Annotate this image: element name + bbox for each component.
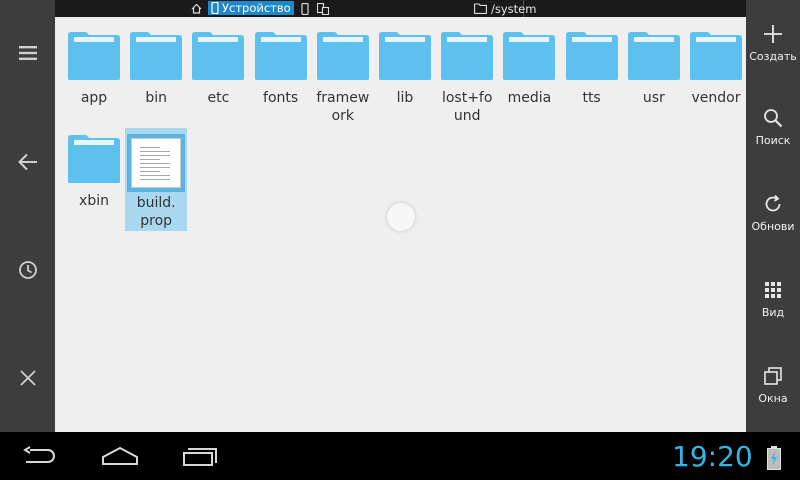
folder-item[interactable]: xbin xyxy=(63,132,125,210)
battery-charging-icon xyxy=(766,446,782,470)
close-button[interactable] xyxy=(0,358,55,398)
close-icon xyxy=(19,370,36,386)
document-file-icon xyxy=(131,138,182,188)
menu-icon xyxy=(18,46,37,60)
nav-home-button[interactable] xyxy=(85,432,155,480)
nav-recents-button[interactable] xyxy=(165,432,235,480)
refresh-button[interactable]: Обнови xyxy=(746,190,800,250)
right-rail: Создать Поиск Обнови Вид Окна xyxy=(746,0,800,432)
folder-small-icon xyxy=(474,3,487,14)
view-label: Вид xyxy=(761,306,785,319)
folder-icon xyxy=(690,32,742,80)
file-label: lost+fo und xyxy=(441,90,493,124)
left-rail xyxy=(0,0,55,432)
file-label: lib xyxy=(396,90,414,106)
nav-back-button[interactable] xyxy=(5,432,75,480)
current-path[interactable]: /system xyxy=(474,0,536,17)
file-item[interactable]: build. prop xyxy=(125,128,188,231)
history-button[interactable] xyxy=(0,250,55,290)
folder-item[interactable]: lost+fo und xyxy=(436,29,498,125)
folder-icon xyxy=(68,135,120,183)
current-path-label: /system xyxy=(491,1,537,16)
folder-icon xyxy=(192,32,245,80)
folder-item[interactable]: fonts xyxy=(250,29,312,107)
file-label: usr xyxy=(642,90,665,106)
search-icon xyxy=(764,109,783,128)
file-label: framew ork xyxy=(316,90,370,124)
file-label: build. prop xyxy=(136,195,176,229)
folder-icon xyxy=(254,32,307,80)
create-button[interactable]: Создать xyxy=(746,20,800,80)
file-label: xbin xyxy=(79,193,109,209)
search-label: Поиск xyxy=(755,134,791,147)
multi-device-icon[interactable] xyxy=(317,0,329,17)
device-breadcrumb[interactable]: Устройство xyxy=(208,1,294,15)
folder-icon xyxy=(565,32,618,80)
folder-icon xyxy=(68,32,120,80)
folder-icon xyxy=(130,32,183,80)
nav-recents-icon xyxy=(183,448,217,466)
nav-home-icon xyxy=(102,446,138,465)
path-bar: Устройство /system xyxy=(55,0,746,17)
folder-icon xyxy=(316,32,369,80)
folder-item[interactable]: etc xyxy=(187,29,249,107)
windows-icon xyxy=(764,367,782,385)
file-label: tts xyxy=(582,90,601,106)
file-label: vendor xyxy=(691,90,741,106)
file-label: bin xyxy=(145,90,168,106)
nav-back-icon xyxy=(23,446,55,463)
device-breadcrumb-label: Устройство xyxy=(222,1,291,15)
folder-icon xyxy=(441,32,494,80)
folder-item[interactable]: lib xyxy=(374,29,436,107)
file-grid: app bin etc fonts framew ork lib lost+fo und me… xyxy=(55,17,746,432)
history-clock-icon xyxy=(18,261,37,279)
folder-item[interactable]: usr xyxy=(623,29,685,107)
search-button[interactable]: Поиск xyxy=(746,104,800,164)
back-button[interactable] xyxy=(0,142,55,182)
grid-view-icon xyxy=(765,282,781,298)
navigation-bar: 19:20 xyxy=(0,432,800,480)
folder-item[interactable]: tts xyxy=(561,29,623,107)
back-arrow-icon xyxy=(17,153,37,171)
folder-item[interactable]: media xyxy=(498,29,560,107)
view-button[interactable]: Вид xyxy=(746,276,800,336)
phone-storage-icon[interactable] xyxy=(301,0,309,17)
folder-icon xyxy=(503,32,556,80)
file-label: app xyxy=(80,90,108,106)
menu-button[interactable] xyxy=(0,33,55,73)
file-label: etc xyxy=(207,90,230,106)
folder-item[interactable]: app xyxy=(63,29,125,107)
folder-item[interactable]: framew ork xyxy=(312,29,374,125)
windows-button[interactable]: Окна xyxy=(746,362,800,422)
file-label: fonts xyxy=(263,90,299,106)
loading-spinner xyxy=(387,203,415,231)
status-clock: 19:20 xyxy=(672,440,753,473)
home-icon[interactable] xyxy=(191,0,202,17)
folder-item[interactable]: vendor xyxy=(685,29,747,107)
folder-icon xyxy=(627,32,680,80)
phone-icon xyxy=(211,2,219,14)
refresh-icon xyxy=(765,194,781,212)
create-label: Создать xyxy=(749,50,797,63)
plus-icon xyxy=(764,25,782,43)
refresh-label: Обнови xyxy=(751,220,795,233)
file-label: media xyxy=(507,90,552,106)
folder-item[interactable]: bin xyxy=(125,29,187,107)
windows-label: Окна xyxy=(758,392,788,405)
folder-icon xyxy=(379,32,431,80)
